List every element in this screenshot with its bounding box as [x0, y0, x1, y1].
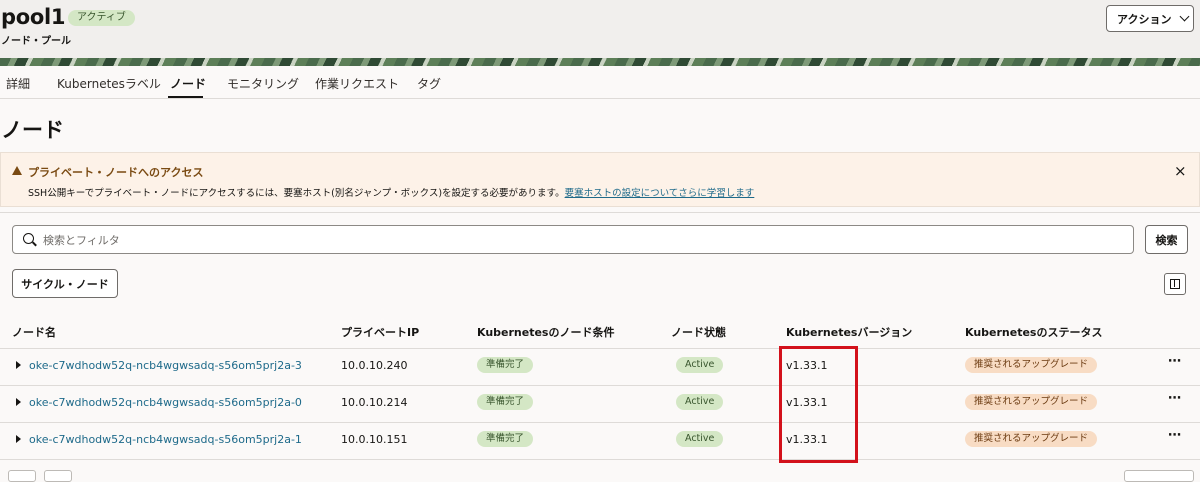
table-row: oke-c7wdhodw52q-ncb4wgwsadq-s56om5prj2a-… — [0, 422, 1200, 459]
warning-icon — [12, 166, 22, 175]
node-state-badge: Active — [676, 394, 724, 410]
cycle-nodes-button[interactable]: サイクル・ノード — [12, 269, 118, 298]
expand-caret-icon[interactable] — [16, 435, 21, 443]
node-condition-badge: 準備完了 — [477, 394, 534, 410]
tab-work-requests[interactable]: 作業リクエスト — [315, 75, 399, 92]
pagination-next-button[interactable] — [44, 470, 72, 482]
node-private-ip: 10.0.10.240 — [341, 359, 408, 372]
kubernetes-status-badge: 推奨されるアップグレード — [965, 357, 1098, 373]
pagination-prev-button[interactable] — [8, 470, 36, 482]
column-header-kubernetes-version[interactable]: Kubernetesバージョン — [786, 324, 912, 340]
column-header-node-state[interactable]: ノード状態 — [671, 324, 726, 340]
node-name-link[interactable]: oke-c7wdhodw52q-ncb4wgwsadq-s56om5prj2a-… — [29, 396, 302, 409]
kubernetes-status-badge: 推奨されるアップグレード — [965, 394, 1098, 410]
search-field[interactable] — [12, 225, 1134, 254]
resource-type-label: ノード・プール — [1, 36, 71, 47]
column-header-node-condition[interactable]: Kubernetesのノード条件 — [477, 324, 614, 340]
search-icon — [23, 233, 34, 244]
tab-tags[interactable]: タグ — [417, 75, 441, 92]
version-highlight-box — [779, 346, 858, 463]
column-header-kubernetes-status[interactable]: Kubernetesのステータス — [965, 324, 1102, 340]
more-actions-icon[interactable]: ⋯ — [1168, 391, 1182, 406]
node-state-badge: Active — [676, 357, 724, 373]
page-size-select[interactable] — [1124, 470, 1194, 482]
page-title: ノード — [1, 118, 64, 142]
alert-message: SSH公開キーでプライベート・ノードにアクセスするには、要塞ホスト(別名ジャンプ… — [28, 188, 565, 199]
more-actions-icon[interactable]: ⋯ — [1168, 428, 1182, 443]
search-button[interactable]: 検索 — [1145, 225, 1188, 254]
close-icon[interactable]: × — [1174, 162, 1187, 180]
node-state-badge: Active — [676, 431, 724, 447]
status-badge: アクティブ — [68, 10, 135, 26]
tab-details[interactable]: 詳細 — [6, 75, 30, 92]
expand-caret-icon[interactable] — [16, 361, 21, 369]
table-row: oke-c7wdhodw52q-ncb4wgwsadq-s56om5prj2a-… — [0, 348, 1200, 385]
tab-monitoring[interactable]: モニタリング — [227, 75, 299, 92]
bastion-learn-more-link[interactable]: 要塞ホストの設定についてさらに学習します — [565, 188, 755, 199]
node-private-ip: 10.0.10.151 — [341, 433, 408, 446]
table-divider — [0, 459, 1200, 460]
alert-body: SSH公開キーでプライベート・ノードにアクセスするには、要塞ホスト(別名ジャンプ… — [28, 185, 754, 199]
actions-button[interactable]: アクション — [1106, 5, 1194, 32]
columns-icon — [1170, 279, 1180, 289]
node-name-link[interactable]: oke-c7wdhodw52q-ncb4wgwsadq-s56om5prj2a-… — [29, 433, 302, 446]
chevron-down-icon — [1180, 11, 1190, 22]
node-name-link[interactable]: oke-c7wdhodw52q-ncb4wgwsadq-s56om5prj2a-… — [29, 359, 302, 372]
expand-caret-icon[interactable] — [16, 398, 21, 406]
column-header-private-ip[interactable]: プライベートIP — [341, 324, 419, 340]
tab-bar: 詳細 Kubernetesラベル ノード モニタリング 作業リクエスト タグ — [0, 66, 1200, 99]
column-settings-button[interactable] — [1164, 273, 1186, 295]
kubernetes-status-badge: 推奨されるアップグレード — [965, 431, 1098, 447]
selected-tab-indicator — [168, 96, 203, 98]
header-banner-image — [0, 58, 1200, 66]
tab-kubernetes-labels[interactable]: Kubernetesラベル — [57, 75, 161, 92]
table-row: oke-c7wdhodw52q-ncb4wgwsadq-s56om5prj2a-… — [0, 385, 1200, 422]
actions-button-label: アクション — [1117, 12, 1172, 26]
more-actions-icon[interactable]: ⋯ — [1168, 354, 1182, 369]
column-header-node-name[interactable]: ノード名 — [12, 324, 56, 340]
alert-title: プライベート・ノードへのアクセス — [28, 166, 204, 179]
page-header: pool1 アクティブ ノード・プール アクション — [0, 0, 1200, 66]
search-input[interactable] — [43, 231, 1123, 249]
pool-title: pool1 — [1, 5, 66, 29]
node-condition-badge: 準備完了 — [477, 357, 534, 373]
tab-nodes[interactable]: ノード — [170, 75, 206, 92]
node-condition-badge: 準備完了 — [477, 431, 534, 447]
node-private-ip: 10.0.10.214 — [341, 396, 408, 409]
private-access-alert: プライベート・ノードへのアクセス SSH公開キーでプライベート・ノードにアクセス… — [0, 152, 1200, 207]
